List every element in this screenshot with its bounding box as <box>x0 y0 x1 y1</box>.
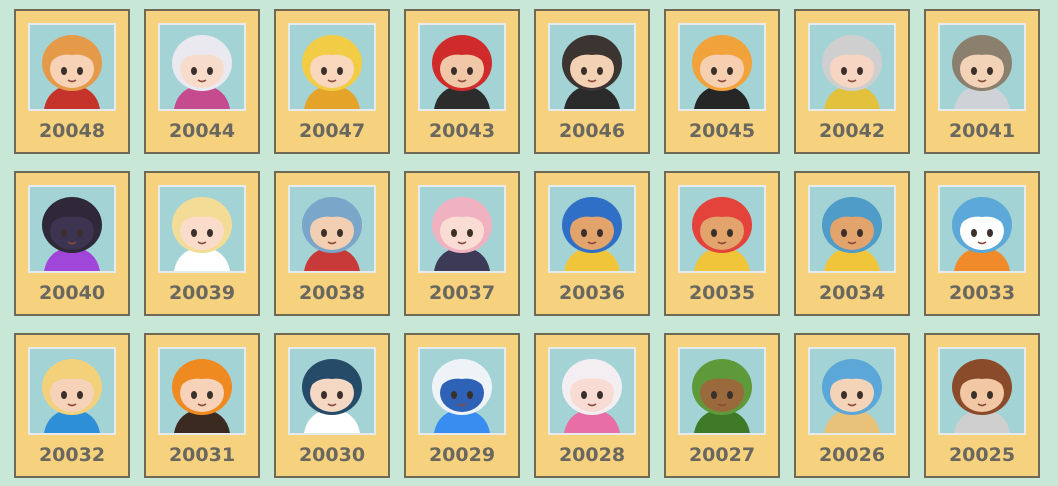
character-id-label: 20038 <box>298 282 366 304</box>
character-portrait <box>288 347 376 435</box>
character-card-20047[interactable]: 20047 <box>274 9 390 154</box>
character-id-label: 20030 <box>298 444 366 466</box>
character-id-label: 20045 <box>688 120 756 142</box>
chibi-mermaid-blonde-icon <box>30 349 114 433</box>
character-portrait <box>28 347 116 435</box>
character-portrait <box>288 23 376 111</box>
character-id-label: 20032 <box>38 444 106 466</box>
character-portrait <box>548 185 636 273</box>
character-card-20031[interactable]: 20031 <box>144 333 260 478</box>
character-card-20041[interactable]: 20041 <box>924 9 1040 154</box>
character-portrait <box>28 185 116 273</box>
chibi-red-fish-hood-icon <box>680 187 764 271</box>
chibi-white-hair-cap-icon <box>160 25 244 109</box>
chibi-dark-hair-white-rabbit-icon <box>290 349 374 433</box>
character-card-20027[interactable]: 20027 <box>664 333 780 478</box>
character-id-label: 20043 <box>428 120 496 142</box>
chibi-teal-fish-hood-icon <box>810 187 894 271</box>
character-portrait <box>158 347 246 435</box>
character-grid: 20048 20044 20047 20043 20046 20045 20042 20041… <box>0 0 1058 486</box>
chibi-blonde-laurel-icon <box>160 187 244 271</box>
character-card-20032[interactable]: 20032 <box>14 333 130 478</box>
chibi-red-armor-icon <box>420 25 504 109</box>
character-card-20036[interactable]: 20036 <box>534 171 650 316</box>
character-portrait <box>938 23 1026 111</box>
character-portrait <box>158 185 246 273</box>
character-card-20040[interactable]: 20040 <box>14 171 130 316</box>
character-portrait <box>808 347 896 435</box>
character-id-label: 20036 <box>558 282 626 304</box>
character-id-label: 20026 <box>818 444 886 466</box>
character-id-label: 20028 <box>558 444 626 466</box>
character-portrait <box>938 347 1026 435</box>
character-portrait <box>678 23 766 111</box>
character-portrait <box>418 185 506 273</box>
character-card-20025[interactable]: 20025 <box>924 333 1040 478</box>
character-portrait <box>418 23 506 111</box>
character-portrait <box>808 185 896 273</box>
character-portrait <box>548 347 636 435</box>
chibi-dark-hat-boy-icon <box>550 25 634 109</box>
chibi-blue-shark-hood-icon <box>810 349 894 433</box>
character-portrait <box>678 347 766 435</box>
chibi-blue-fish-hood-icon <box>550 187 634 271</box>
character-id-label: 20034 <box>818 282 886 304</box>
character-id-label: 20041 <box>948 120 1016 142</box>
character-card-20034[interactable]: 20034 <box>794 171 910 316</box>
chibi-armored-general-icon <box>290 187 374 271</box>
character-id-label: 20047 <box>298 120 366 142</box>
character-card-20042[interactable]: 20042 <box>794 9 910 154</box>
character-portrait <box>678 185 766 273</box>
character-id-label: 20046 <box>558 120 626 142</box>
character-portrait <box>548 23 636 111</box>
character-card-20035[interactable]: 20035 <box>664 171 780 316</box>
character-card-20028[interactable]: 20028 <box>534 333 650 478</box>
character-card-20029[interactable]: 20029 <box>404 333 520 478</box>
character-card-20039[interactable]: 20039 <box>144 171 260 316</box>
character-card-20038[interactable]: 20038 <box>274 171 390 316</box>
chibi-pink-hair-girl-icon <box>420 187 504 271</box>
chibi-white-hair-pink-ribbon-icon <box>550 349 634 433</box>
character-id-label: 20031 <box>168 444 236 466</box>
chibi-white-mecha-icon <box>420 349 504 433</box>
character-card-20030[interactable]: 20030 <box>274 333 390 478</box>
character-id-label: 20048 <box>38 120 106 142</box>
chibi-tree-sprite-icon <box>680 349 764 433</box>
character-card-20037[interactable]: 20037 <box>404 171 520 316</box>
chibi-armored-knight-icon <box>940 25 1024 109</box>
character-id-label: 20039 <box>168 282 236 304</box>
chibi-dark-robot-icon <box>30 187 114 271</box>
character-card-20046[interactable]: 20046 <box>534 9 650 154</box>
chibi-orange-ninja-icon <box>680 25 764 109</box>
character-card-20044[interactable]: 20044 <box>144 9 260 154</box>
chibi-girl-orange-hair-icon <box>30 25 114 109</box>
character-portrait <box>158 23 246 111</box>
chibi-pumpkin-head-icon <box>160 349 244 433</box>
character-portrait <box>418 347 506 435</box>
character-id-label: 20042 <box>818 120 886 142</box>
character-portrait <box>938 185 1026 273</box>
chibi-warrior-headband-icon <box>940 349 1024 433</box>
character-card-20045[interactable]: 20045 <box>664 9 780 154</box>
character-card-20048[interactable]: 20048 <box>14 9 130 154</box>
character-id-label: 20037 <box>428 282 496 304</box>
character-portrait <box>288 185 376 273</box>
character-id-label: 20035 <box>688 282 756 304</box>
character-id-label: 20025 <box>948 444 1016 466</box>
character-id-label: 20040 <box>38 282 106 304</box>
character-portrait <box>808 23 896 111</box>
character-card-20043[interactable]: 20043 <box>404 9 520 154</box>
character-id-label: 20033 <box>948 282 1016 304</box>
character-card-20026[interactable]: 20026 <box>794 333 910 478</box>
chibi-silver-hair-eyepatch-icon <box>810 25 894 109</box>
character-id-label: 20044 <box>168 120 236 142</box>
chibi-snowman-icon <box>940 187 1024 271</box>
character-id-label: 20029 <box>428 444 496 466</box>
chibi-yellow-costume-icon <box>290 25 374 109</box>
character-id-label: 20027 <box>688 444 756 466</box>
character-portrait <box>28 23 116 111</box>
character-card-20033[interactable]: 20033 <box>924 171 1040 316</box>
